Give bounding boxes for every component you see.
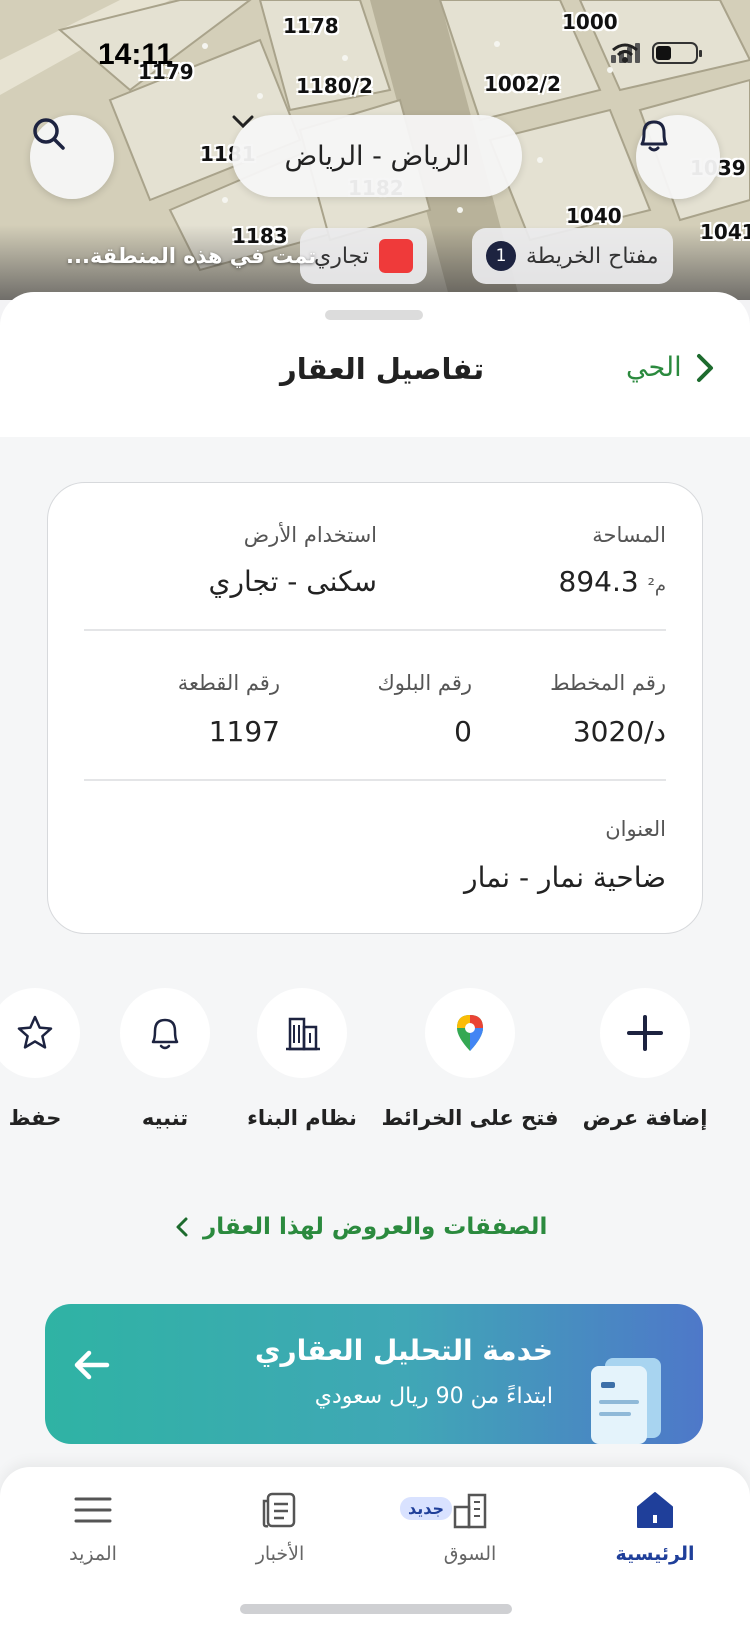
tab-market-label: السوق [443,1543,497,1565]
tab-home[interactable]: الرئيسية [580,1489,730,1565]
menu-icon [74,1497,112,1523]
map-legend-label: مفتاح الخريطة [526,243,659,269]
home-icon [637,1492,673,1528]
sheet-title: تفاصيل العقار [280,352,485,386]
plan-number-value: 3020/د [572,715,666,748]
area-unit: م² [647,575,666,596]
open-in-maps-button[interactable]: فتح على الخرائط [380,988,560,1130]
plot-label[interactable]: 1041 [700,220,750,244]
city-selector[interactable]: الرياض - الرياض [232,115,522,197]
tab-more[interactable]: المزيد [18,1489,168,1565]
tab-more-label: المزيد [69,1543,117,1565]
building-system-label: نظام البناء [247,1106,357,1130]
plot-label[interactable]: 1180/2 [296,74,373,98]
status-icons [611,42,702,64]
divider [84,779,666,781]
plot-label[interactable]: 1178 [283,14,339,38]
divider [84,629,666,631]
tab-news-label: الأخبار [255,1543,305,1565]
new-badge: جديد [400,1497,453,1520]
building-icon [286,1017,320,1051]
open-maps-ring [425,988,515,1078]
wifi-icon [612,43,638,63]
deals-link-label: الصفقات والعروض لهذا العقار [203,1214,548,1240]
plot-label[interactable]: 1000 [562,10,618,34]
real-estate-analysis-banner[interactable]: خدمة التحليل العقاري ابتداءً من 90 ريال … [45,1304,703,1444]
deals-and-offers-link[interactable]: الصفقات والعروض لهذا العقار [175,1214,547,1240]
add-offer-button[interactable]: إضافة عرض [555,988,735,1130]
plot-number-value: 1197 [208,715,280,748]
actions-row: إضافة عرض فتح على الخرائط نظام البناء تن… [0,988,750,1158]
search-icon [33,118,65,150]
market-icon [453,1493,487,1529]
building-system-ring [257,988,347,1078]
plot-number-label: رقم القطعة [177,671,280,695]
promo-subtitle: ابتداءً من 90 ريال سعودي [314,1384,553,1409]
filter-count-badge: 1 [486,241,516,271]
land-use-label: استخدام الأرض [243,523,377,547]
back-to-neighborhood-link[interactable]: الحي [626,352,714,383]
bell-icon [151,1018,179,1050]
star-icon [17,1015,53,1049]
open-in-maps-label: فتح على الخرائط [381,1106,559,1130]
add-offer-label: إضافة عرض [582,1106,708,1130]
block-number-value: 0 [454,715,472,748]
sheet-header: تفاصيل العقار الحي [0,332,750,437]
area-label: المساحة [592,523,666,547]
save-label: حفظ [8,1106,62,1130]
map-caption: ...تمت في هذه المنطقة [66,244,317,268]
promo-title: خدمة التحليل العقاري [254,1334,553,1367]
alert-ring [120,988,210,1078]
city-label: الرياض - الرياض [284,140,470,172]
save-ring [0,988,80,1078]
save-button[interactable]: حفظ [0,988,125,1130]
block-number-label: رقم البلوك [377,671,472,695]
search-button[interactable] [30,115,114,199]
area-value: 894.3 م² [559,565,666,598]
notifications-button[interactable] [636,115,720,199]
map-pin-icon [457,1015,483,1051]
add-offer-ring [600,988,690,1078]
plan-number-label: رقم المخطط [550,671,666,695]
property-details-card: المساحة 894.3 م² استخدام الأرض سكنى - تج… [47,482,703,934]
area-number: 894.3 [558,565,639,598]
land-use-value: سكنى - تجاري [208,565,377,598]
map-view[interactable]: 1178 1000 1179 1180/2 1002/2 1181 1182 1… [0,0,750,300]
plus-icon [627,1015,663,1051]
tab-news[interactable]: الأخبار [205,1489,355,1565]
battery-icon [652,42,702,64]
tab-home-label: الرئيسية [615,1543,695,1565]
sheet-grabber[interactable] [325,310,423,320]
map-legend-chip[interactable]: 1 مفتاح الخريطة [472,228,673,284]
address-label: العنوان [605,817,666,841]
chevron-down-icon [232,115,254,129]
bottom-tab-bar: الرئيسية السوق جديد الأخبار المزيد [0,1467,750,1626]
filter-chip-label: تجاري [314,243,369,269]
chevron-left-icon [176,1217,188,1237]
address-value: ضاحية نمار - نمار [464,861,666,894]
arrow-left-icon [73,1348,111,1386]
alert-label: تنبيه [141,1106,189,1130]
plot-label[interactable]: 1040 [566,204,622,228]
report-document-icon [587,1352,663,1444]
filter-chip[interactable]: تجاري [300,228,427,284]
home-indicator [240,1604,512,1614]
plot-label[interactable]: 1002/2 [484,72,561,96]
bell-icon [640,120,668,152]
status-time: 14:11 [98,38,174,71]
back-link-label: الحي [626,352,682,383]
filter-color-swatch [378,239,413,273]
chevron-right-icon [696,353,713,382]
news-icon [262,1492,296,1528]
